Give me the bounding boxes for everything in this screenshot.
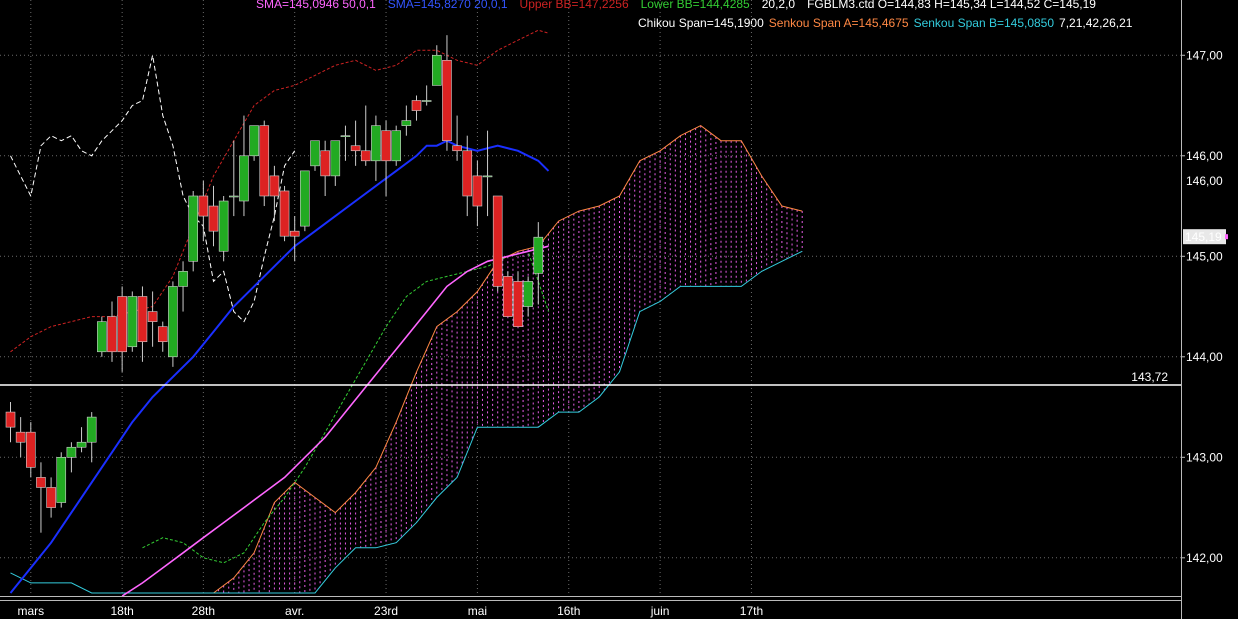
candle-body <box>279 190 290 237</box>
x-tick-label: 16th <box>557 604 580 618</box>
candle-body <box>472 175 483 207</box>
y-tick-label: 142,00 <box>1186 551 1223 565</box>
candle-body <box>259 125 270 197</box>
candle-body <box>137 296 148 343</box>
y-tick-label: 146,00 <box>1186 149 1223 163</box>
candle-body <box>46 487 56 508</box>
chikou-span-line <box>10 55 296 323</box>
candle-body <box>117 296 127 353</box>
ichimoku-chart: 143,72 142,00 143,00 144,00 145,00 146,00 147… <box>0 0 1228 619</box>
last-price-label: 145,19 <box>1185 230 1222 244</box>
candle-body <box>25 431 36 468</box>
candle-body <box>503 276 513 317</box>
candle-body <box>452 145 462 152</box>
candle-body <box>462 150 473 197</box>
y-tick-label: 145,00 <box>1186 249 1223 263</box>
candle-body <box>76 441 87 448</box>
candle-body <box>127 296 138 348</box>
candle-body <box>431 54 442 86</box>
x-tick-label: avr. <box>285 604 304 618</box>
candle-body <box>208 205 219 232</box>
candle-body <box>66 446 77 458</box>
x-tick-label: mai <box>468 604 487 618</box>
x-tick-label: mars <box>17 604 44 618</box>
price-level-label: 143,72 <box>1131 370 1168 384</box>
candle-body <box>492 195 503 287</box>
candle-body <box>381 130 391 162</box>
candle-body <box>513 281 523 327</box>
candle-body <box>442 60 452 142</box>
candle-body <box>218 200 229 252</box>
candle-body <box>482 175 493 178</box>
candle-body <box>330 140 341 177</box>
candle-body <box>86 416 97 443</box>
candle-body <box>320 150 330 177</box>
candle-body <box>340 135 351 137</box>
y-tick-label: 143,00 <box>1186 450 1223 464</box>
x-tick-label: juin <box>650 604 670 618</box>
candle-body <box>360 150 371 162</box>
y-tick-label: 147,00 <box>1186 48 1223 62</box>
last-price-marker <box>1225 234 1228 240</box>
y-axis: 142,00 143,00 144,00 145,00 146,00 147,00 146,… <box>1181 48 1228 565</box>
candle-body <box>15 431 26 443</box>
candle-body <box>239 155 249 202</box>
sma20-right-label: 146,00 <box>1186 174 1223 188</box>
candle-body <box>229 195 239 198</box>
candle-body <box>310 140 320 167</box>
x-tick-label: 23rd <box>374 604 398 618</box>
candle-body <box>97 321 107 353</box>
candle-body <box>391 130 402 162</box>
x-tick-label: 17th <box>740 604 763 618</box>
candle-body <box>300 170 310 227</box>
candle-body <box>401 120 412 126</box>
candle-body <box>289 230 300 237</box>
candle-body <box>411 100 422 111</box>
candle-body <box>249 125 259 157</box>
x-tick-label: 28th <box>192 604 215 618</box>
candle-body <box>56 457 67 503</box>
candle-body <box>157 326 168 343</box>
candle-body <box>147 311 158 322</box>
ichimoku-cloud <box>10 125 803 594</box>
sma20-line <box>9 139 550 594</box>
candle-body <box>188 195 198 262</box>
candle-body <box>178 271 188 287</box>
candle-body <box>523 281 533 307</box>
candle-body <box>5 411 16 428</box>
candle-body <box>269 175 280 197</box>
candle-body <box>533 236 544 274</box>
candle-body <box>350 145 361 152</box>
candle-body <box>36 477 46 488</box>
indicator-lines <box>9 29 550 597</box>
candle-body <box>107 316 117 353</box>
candle-body <box>198 195 209 217</box>
candle-body <box>168 286 178 358</box>
y-tick-label: 144,00 <box>1186 350 1223 364</box>
candle-body <box>371 125 381 162</box>
x-tick-label: 18th <box>110 604 133 618</box>
candle-body <box>421 100 432 102</box>
x-axis: mars 18th 28th avr. 23rd mai 16th juin 17th <box>17 604 763 618</box>
